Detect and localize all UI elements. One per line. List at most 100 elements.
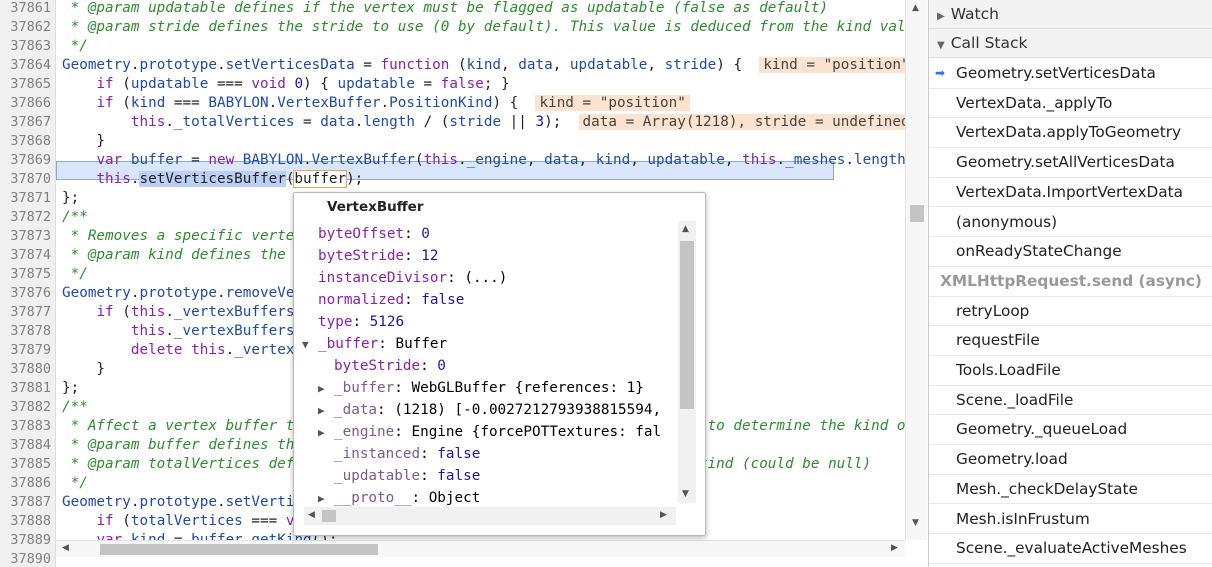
editor-horizontal-scrollbar[interactable]: ◀ ▶ <box>56 540 905 557</box>
callstack-frame[interactable]: Geometry.setAllVerticesData <box>929 148 1212 178</box>
expand-right-icon[interactable]: ▶ <box>318 378 334 400</box>
code-token[interactable]: _vertexBuffers <box>174 323 295 339</box>
callstack-section-header[interactable]: ▼ Call Stack <box>929 29 1212 58</box>
code-token[interactable]: length <box>363 114 415 130</box>
line-number[interactable]: 37883 <box>10 417 51 436</box>
code-token[interactable]: setVerticesBuffer <box>139 171 286 187</box>
callstack-frame[interactable]: Mesh.isInFrustum <box>929 505 1212 535</box>
scroll-down-icon[interactable]: ▼ <box>912 518 919 528</box>
callstack-frame[interactable]: Geometry._queueLoad <box>929 415 1212 446</box>
popover-property-row[interactable]: ▶ _engine: Engine {forcePOTTextures: fal <box>318 421 661 443</box>
callstack-frame[interactable]: Scene._loadFile <box>929 386 1212 416</box>
line-number[interactable]: 37889 <box>10 531 51 550</box>
popover-property-row[interactable]: ▶ _buffer: WebGLBuffer {references: 1} <box>318 377 644 399</box>
code-token[interactable]: BABYLON <box>208 95 268 111</box>
callstack-frame[interactable]: Mesh._checkDelayState <box>929 475 1212 505</box>
editor-vertical-scroll-thumb[interactable] <box>910 205 924 222</box>
line-number[interactable]: 37862 <box>10 18 51 37</box>
expand-right-icon[interactable]: ▶ <box>318 400 334 422</box>
callstack-frame[interactable]: VertexData._applyTo <box>929 89 1212 119</box>
scroll-right-icon[interactable]: ▶ <box>660 510 667 520</box>
line-number[interactable]: 37882 <box>10 398 51 417</box>
code-token[interactable]: _engine <box>467 152 527 168</box>
scroll-left-icon[interactable]: ◀ <box>308 510 315 520</box>
code-token[interactable]: _vertexBuffers <box>174 304 295 320</box>
popover-vertical-scrollbar[interactable]: ▲ ▼ <box>678 221 696 503</box>
line-number[interactable]: 37872 <box>10 208 51 227</box>
line-number[interactable]: 37871 <box>10 189 51 208</box>
popover-property-row[interactable]: ▶ _data: (1218) [-0.0027212793938815594, <box>318 399 670 421</box>
line-number[interactable]: 37865 <box>10 75 51 94</box>
code-token[interactable]: kind <box>467 57 501 73</box>
line-number[interactable]: 37873 <box>10 227 51 246</box>
line-number[interactable]: 37868 <box>10 132 51 151</box>
code-token[interactable]: updatable <box>131 76 208 92</box>
scroll-left-icon[interactable]: ◀ <box>62 543 69 553</box>
code-token[interactable]: buffer <box>131 152 183 168</box>
callstack-frame[interactable]: retryLoop <box>929 297 1212 327</box>
code-token[interactable]: buffer <box>191 532 243 540</box>
code-token[interactable]: kind <box>131 532 165 540</box>
editor-vertical-scrollbar[interactable]: ▲ ▼ <box>905 0 927 540</box>
line-number[interactable]: 37867 <box>10 113 51 132</box>
code-token[interactable]: updatable <box>337 76 414 92</box>
line-number[interactable]: 37881 <box>10 379 51 398</box>
scroll-right-icon[interactable]: ▶ <box>891 543 898 553</box>
code-token[interactable]: stride <box>665 57 717 73</box>
code-token[interactable]: Geometry <box>62 57 131 73</box>
code-token[interactable]: _totalVertices <box>174 114 295 130</box>
code-token[interactable]: updatable <box>570 57 647 73</box>
line-number[interactable]: 37874 <box>10 246 51 265</box>
line-number[interactable]: 37888 <box>10 512 51 531</box>
popover-horizontal-scrollbar[interactable]: ◀ ▶ <box>304 507 676 525</box>
code-token[interactable]: kind <box>596 152 630 168</box>
line-number[interactable]: 37880 <box>10 360 51 379</box>
code-token[interactable]: kind <box>131 95 165 111</box>
popover-horizontal-scroll-thumb[interactable] <box>322 510 336 522</box>
scroll-up-icon[interactable]: ▲ <box>912 3 919 13</box>
code-token[interactable]: prototype <box>139 285 216 301</box>
line-number[interactable]: 37890 <box>10 550 51 567</box>
code-token[interactable]: PositionKind <box>389 95 492 111</box>
popover-vertical-scroll-thumb[interactable] <box>680 241 694 409</box>
code-token[interactable]: Geometry <box>62 285 131 301</box>
callstack-frame[interactable]: VertexData.ImportVertexData <box>929 178 1212 208</box>
popover-property-row[interactable]: ▼ _buffer: Buffer <box>302 333 447 355</box>
code-token[interactable]: data <box>518 57 552 73</box>
code-token[interactable]: prototype <box>139 57 216 73</box>
watch-section-header[interactable]: ▶ Watch <box>929 0 1212 29</box>
line-number[interactable]: 37861 <box>10 0 51 18</box>
line-number[interactable]: 37877 <box>10 303 51 322</box>
callstack-frame[interactable]: Geometry.load <box>929 445 1212 475</box>
line-number[interactable]: 37885 <box>10 455 51 474</box>
callstack-frame[interactable]: Scene._evaluateActiveMeshes <box>929 534 1212 564</box>
popover-property-row[interactable]: ▶ __proto__: Object <box>318 487 480 509</box>
callstack-frame[interactable]: Tools.LoadFile <box>929 356 1212 386</box>
line-number[interactable]: 37863 <box>10 37 51 56</box>
line-number[interactable]: 37875 <box>10 265 51 284</box>
line-number[interactable]: 37879 <box>10 341 51 360</box>
editor-horizontal-scroll-thumb[interactable] <box>100 544 378 555</box>
line-number[interactable]: 37876 <box>10 284 51 303</box>
code-token[interactable]: Geometry <box>62 494 131 510</box>
code-token[interactable]: setVerticesData <box>226 57 355 73</box>
scroll-down-icon[interactable]: ▼ <box>682 489 689 499</box>
line-number[interactable]: 37878 <box>10 322 51 341</box>
line-number[interactable]: 37866 <box>10 94 51 113</box>
line-number[interactable]: 37884 <box>10 436 51 455</box>
callstack-frame[interactable]: requestFile <box>929 326 1212 356</box>
line-number[interactable]: 37887 <box>10 493 51 512</box>
code-token[interactable]: _meshes <box>785 152 845 168</box>
code-token[interactable]: updatable <box>647 152 724 168</box>
code-token[interactable]: BABYLON <box>243 152 303 168</box>
line-number[interactable]: 37864 <box>10 56 51 75</box>
callstack-frame[interactable]: VertexData.applyToGeometry <box>929 118 1212 149</box>
callstack-frame[interactable]: onReadyStateChange <box>929 237 1212 267</box>
line-number[interactable]: 37886 <box>10 474 51 493</box>
code-token[interactable]: stride <box>449 114 501 130</box>
code-token[interactable]: totalVertices <box>131 513 243 529</box>
scroll-up-icon[interactable]: ▲ <box>682 224 689 234</box>
code-token[interactable]: length <box>854 152 905 168</box>
expand-right-icon[interactable]: ▶ <box>318 422 334 444</box>
code-token[interactable]: data <box>320 114 354 130</box>
